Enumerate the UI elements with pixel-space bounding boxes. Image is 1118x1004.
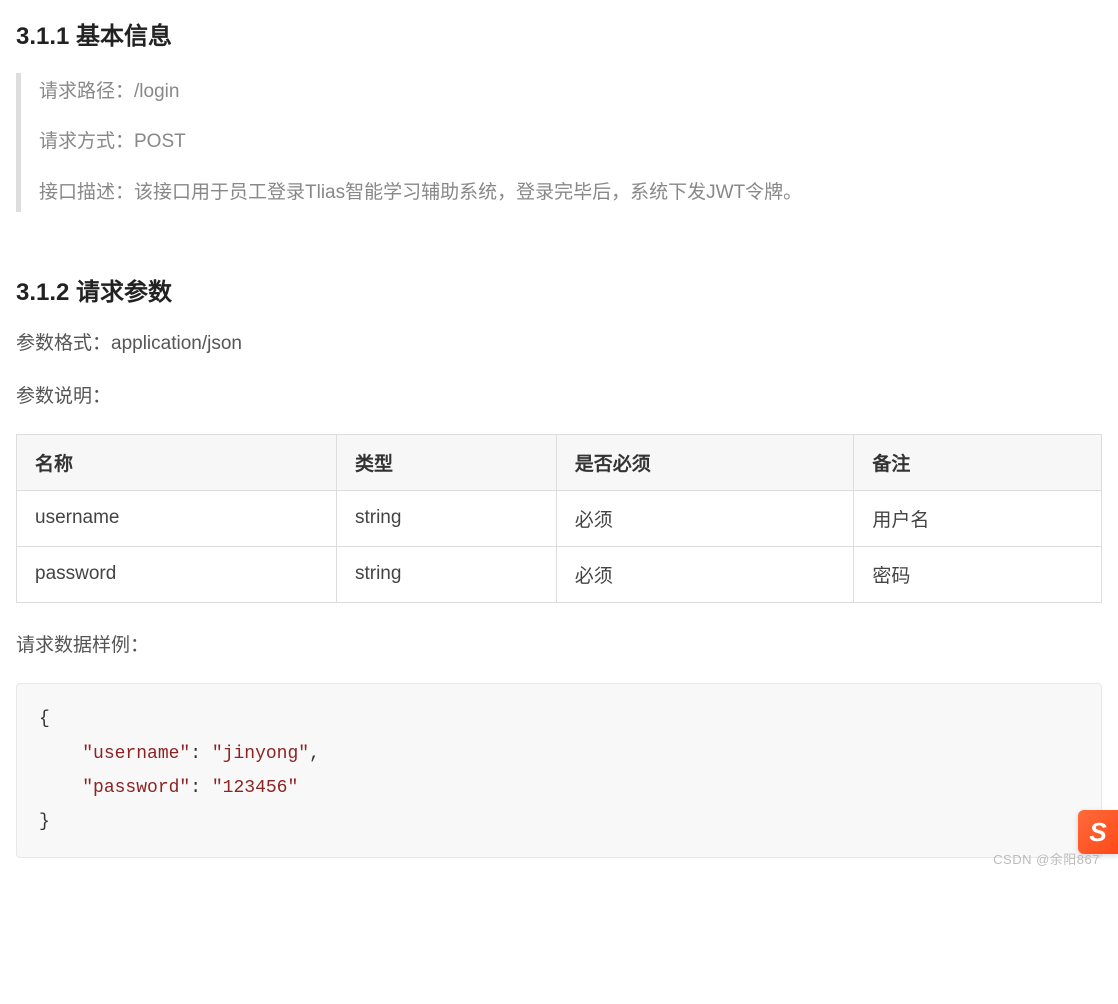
table-row: password string 必须 密码 bbox=[17, 546, 1102, 602]
col-remark: 备注 bbox=[854, 434, 1102, 490]
request-path: 请求路径：/login bbox=[39, 77, 1102, 107]
csdn-watermark: CSDN @余阳867 bbox=[993, 849, 1100, 868]
code-close-brace: } bbox=[39, 812, 50, 832]
code-colon: : bbox=[190, 744, 212, 764]
table-row: username string 必须 用户名 bbox=[17, 490, 1102, 546]
cell-required: 必须 bbox=[556, 546, 854, 602]
cell-type: string bbox=[336, 490, 556, 546]
param-format: 参数格式：application/json bbox=[16, 329, 1102, 359]
col-required: 是否必须 bbox=[556, 434, 854, 490]
cell-name: username bbox=[17, 490, 337, 546]
code-value: "jinyong" bbox=[212, 744, 309, 764]
sogou-ime-badge[interactable]: S bbox=[1078, 810, 1118, 854]
cell-name: password bbox=[17, 546, 337, 602]
sogou-icon: S bbox=[1089, 817, 1106, 848]
code-key: "password" bbox=[82, 778, 190, 798]
section-heading-basic-info: 3.1.1 基本信息 bbox=[16, 16, 1102, 51]
code-comma: , bbox=[309, 744, 320, 764]
code-sample: { "username": "jinyong", "password": "12… bbox=[16, 683, 1102, 858]
code-colon: : bbox=[190, 778, 212, 798]
param-description-label: 参数说明： bbox=[16, 382, 1102, 412]
cell-remark: 用户名 bbox=[854, 490, 1102, 546]
basic-info-block: 请求路径：/login 请求方式：POST 接口描述：该接口用于员工登录Tlia… bbox=[16, 73, 1102, 212]
table-header-row: 名称 类型 是否必须 备注 bbox=[17, 434, 1102, 490]
col-type: 类型 bbox=[336, 434, 556, 490]
cell-required: 必须 bbox=[556, 490, 854, 546]
sample-data-label: 请求数据样例： bbox=[16, 631, 1102, 661]
section-heading-request-params: 3.1.2 请求参数 bbox=[16, 272, 1102, 307]
params-table: 名称 类型 是否必须 备注 username string 必须 用户名 pas… bbox=[16, 434, 1102, 603]
cell-type: string bbox=[336, 546, 556, 602]
code-value: "123456" bbox=[212, 778, 298, 798]
code-key: "username" bbox=[82, 744, 190, 764]
col-name: 名称 bbox=[17, 434, 337, 490]
code-open-brace: { bbox=[39, 709, 50, 729]
request-method: 请求方式：POST bbox=[39, 127, 1102, 157]
api-description: 接口描述：该接口用于员工登录Tlias智能学习辅助系统，登录完毕后，系统下发JW… bbox=[39, 178, 1102, 208]
cell-remark: 密码 bbox=[854, 546, 1102, 602]
